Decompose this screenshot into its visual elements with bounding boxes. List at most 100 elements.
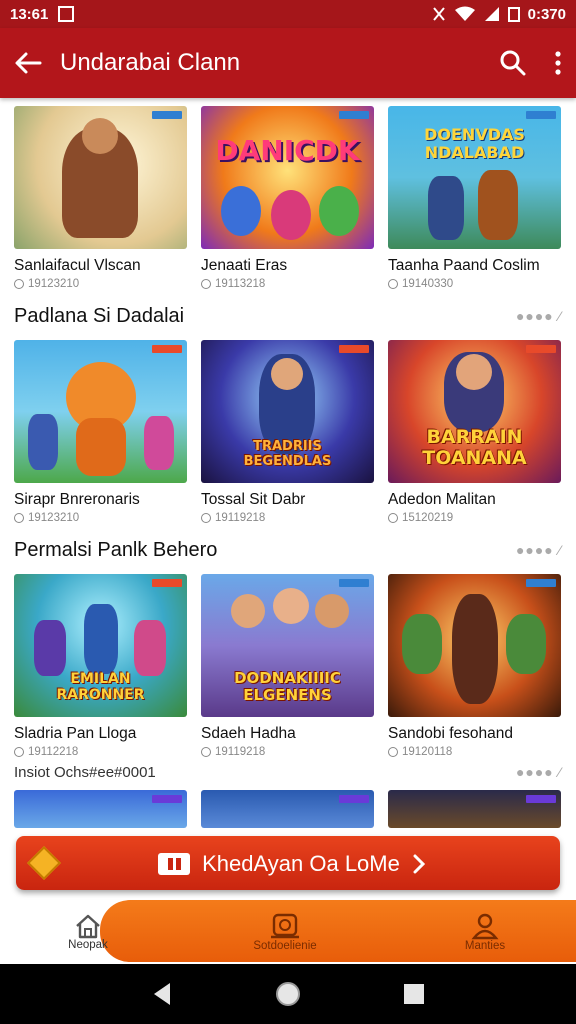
status-clock: 0:370 — [527, 5, 566, 23]
game-card[interactable]: TRADRIIS BEGENDLAS Tossal Sit Dabr 19119… — [201, 340, 374, 524]
game-meta-value: 15120219 — [402, 512, 454, 524]
hero-figure-icon — [221, 186, 261, 236]
game-thumbnail[interactable]: DODNAKIIIIC ELGENENS — [201, 574, 374, 717]
game-card[interactable]: Sanlaifacul Vlscan 19123210 — [14, 106, 187, 290]
game-thumbnail[interactable]: DANICDK — [201, 106, 374, 249]
hero-face-icon — [231, 594, 265, 628]
game-card[interactable] — [388, 790, 561, 828]
game-meta-value: 19123210 — [28, 512, 80, 524]
game-row: Sanlaifacul Vlscan 19123210 DANICDK Jena… — [0, 106, 576, 290]
cta-label: KhedAyan Oa LoMe — [202, 850, 400, 876]
nav-item-home[interactable]: Neopak — [50, 900, 126, 964]
hero-figure-icon — [134, 620, 166, 676]
game-thumbnail[interactable]: TRADRIIS BEGENDLAS — [201, 340, 374, 483]
chevron-right-icon — [413, 854, 425, 873]
more-dots-icon[interactable]: ●●●● ⁄ — [516, 308, 562, 324]
hero-figure-icon — [84, 604, 118, 674]
game-thumbnail[interactable] — [14, 106, 187, 249]
badge-icon — [152, 795, 182, 803]
game-card[interactable] — [14, 790, 187, 828]
game-row: EMILAN RARONNER Sladria Pan Lloga 191122… — [0, 574, 576, 758]
game-card[interactable]: Sandobi fesohand 19120118 — [388, 574, 561, 758]
game-card[interactable]: DOENVDAS NDALABAD Taanha Paand Coslim 19… — [388, 106, 561, 290]
game-meta: 19120118 — [388, 746, 561, 758]
cta-button[interactable]: KhedAyan Oa LoMe — [16, 836, 560, 890]
game-title: Sirapr Bnreronaris — [14, 491, 140, 508]
bottom-nav: Neopak Sotdoelienie Manties — [0, 900, 576, 964]
game-thumbnail[interactable]: BARRAIN TOANANA — [388, 340, 561, 483]
badge-icon — [526, 111, 556, 119]
clock-icon — [201, 279, 211, 289]
game-logo: EMILAN RARONNER — [56, 671, 145, 703]
home-circle-icon[interactable] — [274, 980, 302, 1008]
section-title: Padlana Si Dadalai — [14, 304, 185, 327]
nav-item-profile[interactable]: Manties — [440, 900, 530, 964]
nav-label: Neopak — [68, 939, 108, 951]
badge-icon — [339, 345, 369, 353]
hero-figure-icon — [271, 190, 311, 240]
section-title: Permalsi Panlk Behero — [14, 538, 218, 561]
section-header: Padlana Si Dadalai ●●●● ⁄ — [0, 296, 576, 336]
clock-icon — [201, 513, 211, 523]
game-meta: 19140330 — [388, 278, 561, 290]
game-card[interactable]: BARRAIN TOANANA Adedon Malitan 15120219 — [388, 340, 561, 524]
game-meta-value: 19112218 — [28, 746, 79, 758]
badge-icon — [339, 579, 369, 587]
game-meta-value: 19120118 — [402, 746, 453, 758]
badge-icon — [152, 111, 182, 119]
section-header: Insiot Ochs#ee#0001 ●●●● ⁄ — [0, 758, 576, 784]
gamepad-icon — [271, 913, 299, 939]
hero-face-icon — [315, 594, 349, 628]
hero-figure-icon — [28, 414, 58, 470]
section-note: Insiot Ochs#ee#0001 — [14, 763, 156, 781]
game-meta: 19112218 — [14, 746, 187, 758]
page-title: Undarabai Clann — [60, 49, 241, 76]
game-thumbnail[interactable]: DOENVDAS NDALABAD — [388, 106, 561, 249]
game-thumbnail[interactable] — [388, 790, 561, 828]
game-title: Sanlaifacul Vlscan — [14, 257, 141, 274]
game-thumbnail[interactable] — [201, 790, 374, 828]
content-scroll[interactable]: Sanlaifacul Vlscan 19123210 DANICDK Jena… — [0, 98, 576, 828]
hero-face-icon — [82, 118, 118, 154]
status-bar: 13:61 0:370 — [0, 0, 576, 28]
game-card[interactable]: Sirapr Bnreronaris 19123210 — [14, 340, 187, 524]
more-vert-icon[interactable] — [554, 51, 562, 75]
game-thumbnail[interactable] — [14, 790, 187, 828]
game-thumbnail[interactable]: EMILAN RARONNER — [14, 574, 187, 717]
game-card[interactable]: DANICDK Jenaati Eras 19113218 — [201, 106, 374, 290]
game-logo: DODNAKIIIIC ELGENENS — [234, 669, 341, 704]
game-card[interactable]: DODNAKIIIIC ELGENENS Sdaeh Hadha 1911921… — [201, 574, 374, 758]
more-dots-icon[interactable]: ●●●● ⁄ — [516, 542, 562, 558]
clock-icon — [201, 747, 211, 757]
game-logo: DANICDK — [215, 134, 360, 167]
back-arrow-icon[interactable] — [14, 51, 42, 75]
recents-square-icon[interactable] — [402, 982, 426, 1006]
game-title: Sladria Pan Lloga — [14, 725, 137, 742]
back-triangle-icon[interactable] — [150, 981, 174, 1007]
clock-icon — [14, 747, 24, 757]
search-icon[interactable] — [500, 50, 526, 76]
nav-item-mid[interactable]: Sotdoelienie — [230, 900, 340, 964]
game-card[interactable]: EMILAN RARONNER Sladria Pan Lloga 191122… — [14, 574, 187, 758]
badge-icon — [526, 345, 556, 353]
section-header: Permalsi Panlk Behero ●●●● ⁄ — [0, 530, 576, 570]
game-thumbnail[interactable] — [388, 574, 561, 717]
hero-figure-icon — [402, 614, 442, 674]
cta-label-wrap: KhedAyan Oa LoMe — [56, 850, 544, 877]
game-thumbnail[interactable] — [14, 340, 187, 483]
cta-container: KhedAyan Oa LoMe — [0, 830, 576, 900]
hero-figure-icon — [144, 416, 174, 470]
game-title: Taanha Paand Coslim — [388, 257, 540, 274]
clock-icon — [14, 279, 24, 289]
game-title: Sandobi fesohand — [388, 725, 513, 742]
more-dots-icon[interactable]: ●●●● ⁄ — [516, 764, 562, 780]
game-card[interactable] — [201, 790, 374, 828]
hero-face-icon — [456, 354, 492, 390]
wifi-icon — [454, 6, 475, 21]
person-icon — [471, 913, 499, 940]
hero-figure-icon — [452, 594, 498, 704]
nav-label: Sotdoelienie — [253, 940, 317, 952]
game-title: Sdaeh Hadha — [201, 725, 296, 742]
game-meta: 19113218 — [201, 278, 374, 290]
game-meta-value: 19123210 — [28, 278, 80, 290]
